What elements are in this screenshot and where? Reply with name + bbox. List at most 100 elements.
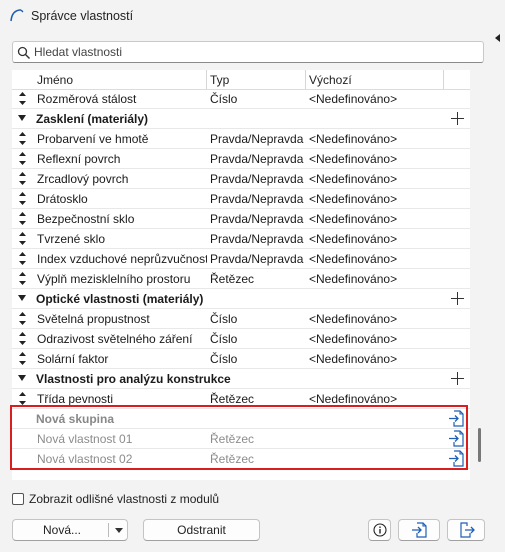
property-type: Řetězec bbox=[210, 452, 255, 466]
property-default: <Nedefinováno> bbox=[309, 252, 398, 266]
search-box[interactable] bbox=[12, 41, 484, 63]
plus-icon[interactable] bbox=[451, 292, 464, 305]
property-name: Tvrzené sklo bbox=[37, 232, 106, 246]
property-default: <Nedefinováno> bbox=[309, 152, 398, 166]
table-row[interactable]: Solární faktor Číslo <Nedefinováno> bbox=[12, 349, 470, 369]
chevron-down-icon[interactable] bbox=[115, 528, 123, 533]
property-default: <Nedefinováno> bbox=[309, 352, 398, 366]
column-separator[interactable] bbox=[305, 70, 306, 89]
property-type: Řetězec bbox=[210, 392, 255, 406]
property-name: Výplň mezisklelního prostoru bbox=[37, 272, 191, 286]
table-row[interactable]: Zrcadlový povrch Pravda/Nepravda <Nedefino… bbox=[12, 169, 470, 189]
group-name: Vlastnosti pro analýzu konstrukce bbox=[36, 372, 231, 386]
table-row[interactable]: Odrazivost světelného záření Číslo <Nedefi… bbox=[12, 329, 470, 349]
import-button[interactable] bbox=[398, 519, 440, 541]
caret-down-icon[interactable] bbox=[18, 115, 26, 121]
property-name: Třída pevnosti bbox=[37, 392, 114, 406]
search-input[interactable] bbox=[34, 43, 474, 61]
property-type: Číslo bbox=[210, 352, 238, 366]
table-row[interactable]: Index vzduchové neprůzvučnosti Pravda/Nep… bbox=[12, 249, 470, 269]
property-type: Číslo bbox=[210, 312, 238, 326]
export-button[interactable] bbox=[447, 519, 485, 541]
export-icon[interactable] bbox=[448, 450, 465, 467]
property-type: Číslo bbox=[210, 332, 238, 346]
drag-handle-icon[interactable] bbox=[18, 392, 27, 405]
search-icon bbox=[17, 46, 30, 59]
property-type: Pravda/Nepravda bbox=[210, 192, 304, 206]
info-icon bbox=[373, 523, 387, 537]
column-header-name[interactable]: Jméno bbox=[37, 73, 73, 87]
drag-handle-icon[interactable] bbox=[18, 252, 27, 265]
panel-collapse-arrow-icon[interactable] bbox=[495, 34, 500, 42]
property-name: Světelná propustnost bbox=[37, 312, 150, 326]
property-default: <Nedefinováno> bbox=[309, 172, 398, 186]
caret-down-icon[interactable] bbox=[18, 375, 26, 381]
table-row[interactable]: Bezpečnostní sklo Pravda/Nepravda <Nedefin… bbox=[12, 209, 470, 229]
drag-handle-icon[interactable] bbox=[18, 152, 27, 165]
table-row[interactable]: Drátosklo Pravda/Nepravda <Nedefinováno> bbox=[12, 189, 470, 209]
group-row[interactable]: Zasklení (materiály) bbox=[12, 109, 470, 129]
group-row[interactable]: Nová skupina bbox=[12, 409, 470, 429]
property-name: Solární faktor bbox=[37, 352, 109, 366]
drag-handle-icon[interactable] bbox=[18, 192, 27, 205]
table-row[interactable]: Nová vlastnost 02 Řetězec bbox=[12, 449, 470, 469]
properties-table: Jméno Typ Výchozí Rozměrová stálost Číslo… bbox=[12, 70, 470, 480]
property-default: <Nedefinováno> bbox=[309, 212, 398, 226]
property-name: Odrazivost světelného záření bbox=[37, 332, 193, 346]
drag-handle-icon[interactable] bbox=[18, 92, 27, 105]
table-row[interactable]: Probarvení ve hmotě Pravda/Nepravda <Nedef… bbox=[12, 129, 470, 149]
export-icon[interactable] bbox=[448, 430, 465, 447]
table-row[interactable]: Tvrzené sklo Pravda/Nepravda <Nedefinováno… bbox=[12, 229, 470, 249]
plus-icon[interactable] bbox=[451, 112, 464, 125]
property-default: <Nedefinováno> bbox=[309, 132, 398, 146]
table-row[interactable]: Výplň mezisklelního prostoru Řetězec <Nede… bbox=[12, 269, 470, 289]
new-button[interactable]: Nová... bbox=[12, 519, 128, 541]
drag-handle-icon[interactable] bbox=[18, 212, 27, 225]
property-type: Číslo bbox=[210, 92, 238, 106]
table-row[interactable]: Světelná propustnost Číslo <Nedefinováno> bbox=[12, 309, 470, 329]
property-name: Nová vlastnost 01 bbox=[37, 432, 133, 446]
drag-handle-icon[interactable] bbox=[18, 172, 27, 185]
property-name: Zrcadlový povrch bbox=[37, 172, 129, 186]
property-name: Probarvení ve hmotě bbox=[37, 132, 149, 146]
property-default: <Nedefinováno> bbox=[309, 312, 398, 326]
table-row[interactable]: Reflexní povrch Pravda/Nepravda <Nedefinov… bbox=[12, 149, 470, 169]
property-type: Řetězec bbox=[210, 272, 255, 286]
drag-handle-icon[interactable] bbox=[18, 312, 27, 325]
column-separator[interactable] bbox=[443, 70, 444, 89]
column-header-default[interactable]: Výchozí bbox=[309, 73, 352, 87]
caret-down-icon[interactable] bbox=[18, 295, 26, 301]
drag-handle-icon[interactable] bbox=[18, 272, 27, 285]
column-separator[interactable] bbox=[206, 70, 207, 89]
drag-handle-icon[interactable] bbox=[18, 352, 27, 365]
property-type: Pravda/Nepravda bbox=[210, 172, 304, 186]
show-module-props-checkbox[interactable] bbox=[12, 493, 24, 505]
property-name: Reflexní povrch bbox=[37, 152, 121, 166]
table-row[interactable]: Rozměrová stálost Číslo <Nedefinováno> bbox=[12, 89, 470, 109]
info-button[interactable] bbox=[368, 519, 391, 541]
column-header-type[interactable]: Typ bbox=[210, 73, 229, 87]
import-icon bbox=[412, 522, 427, 538]
group-row[interactable]: Optické vlastnosti (materiály) bbox=[12, 289, 470, 309]
button-divider bbox=[108, 523, 109, 537]
group-name: Zasklení (materiály) bbox=[36, 112, 149, 126]
export-icon[interactable] bbox=[448, 410, 465, 427]
property-type: Pravda/Nepravda bbox=[210, 232, 304, 246]
property-default: <Nedefinováno> bbox=[309, 332, 398, 346]
property-type: Řetězec bbox=[210, 432, 255, 446]
table-row[interactable]: Třída pevnosti Řetězec <Nedefinováno> bbox=[12, 389, 470, 409]
show-module-props-label: Zobrazit odlišné vlastnosti z modulů bbox=[29, 492, 220, 506]
drag-handle-icon[interactable] bbox=[18, 232, 27, 245]
table-header: Jméno Typ Výchozí bbox=[12, 70, 470, 90]
property-name: Bezpečnostní sklo bbox=[37, 212, 135, 226]
plus-icon[interactable] bbox=[451, 372, 464, 385]
drag-handle-icon[interactable] bbox=[18, 132, 27, 145]
group-row[interactable]: Vlastnosti pro analýzu konstrukce bbox=[12, 369, 470, 389]
drag-handle-icon[interactable] bbox=[18, 332, 27, 345]
remove-button[interactable]: Odstranit bbox=[143, 519, 260, 541]
title-bar: Správce vlastností bbox=[0, 0, 505, 32]
table-row[interactable]: Nová vlastnost 01 Řetězec bbox=[12, 429, 470, 449]
new-button-label: Nová... bbox=[43, 523, 82, 537]
scrollbar-thumb[interactable] bbox=[478, 428, 481, 462]
property-type: Pravda/Nepravda bbox=[210, 152, 304, 166]
